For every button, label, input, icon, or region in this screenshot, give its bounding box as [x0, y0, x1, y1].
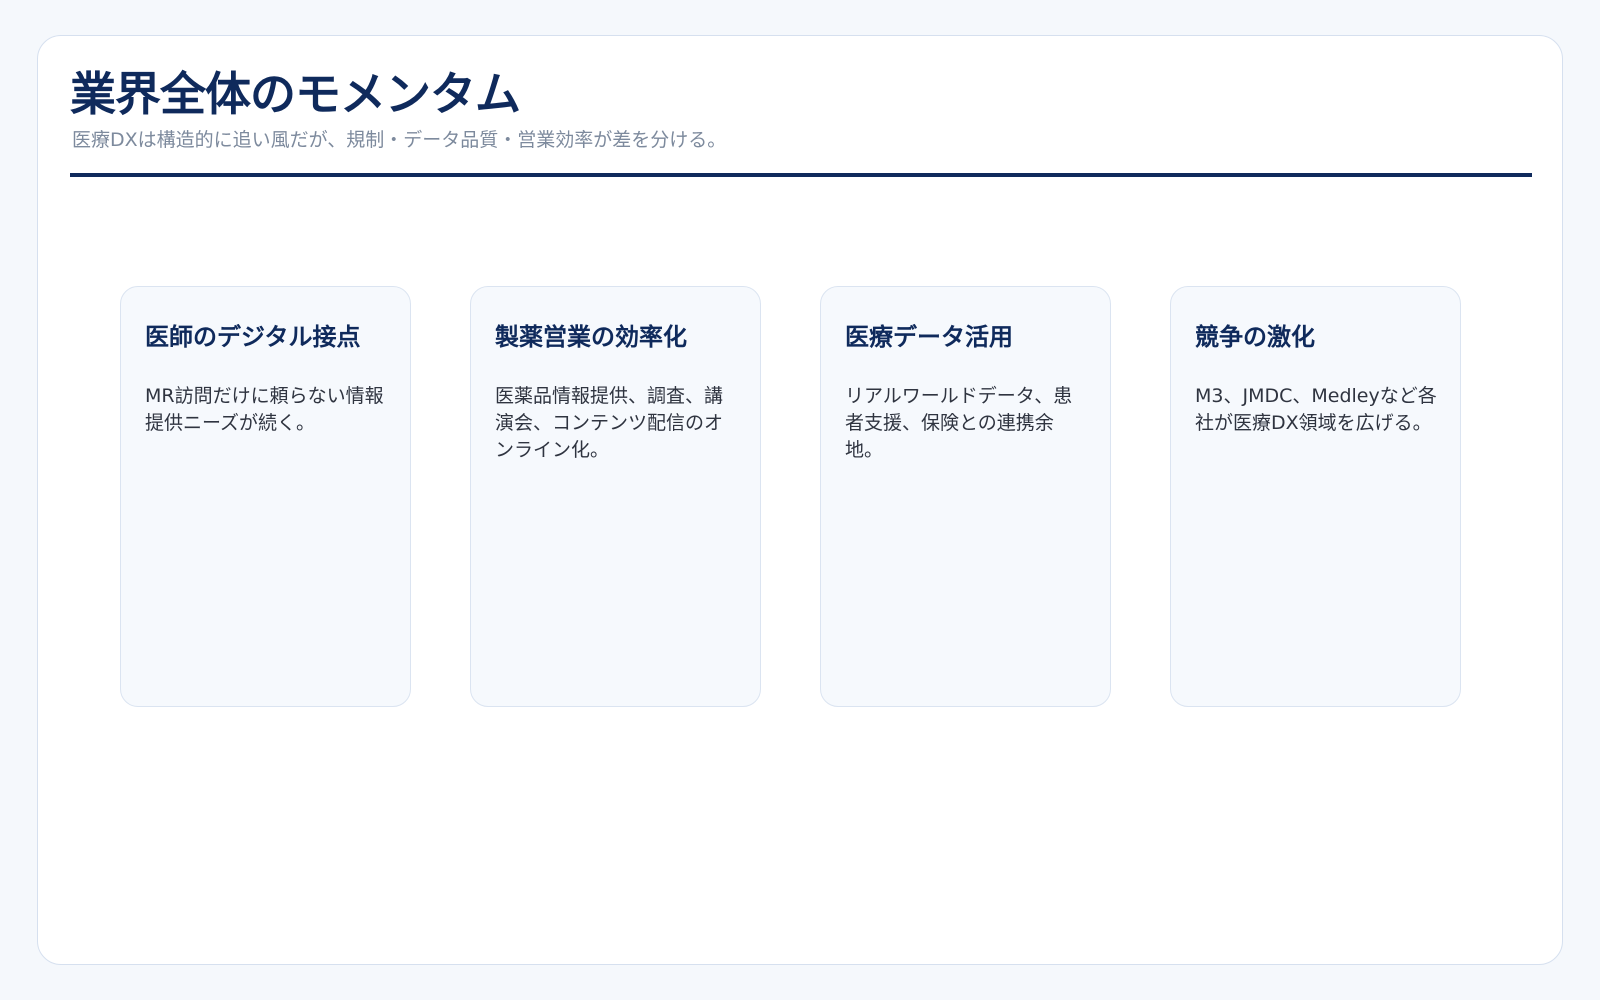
card-intensifying-competition: 競争の激化 M3、JMDC、Medleyなど各社が医療DX領域を広げる。	[1170, 286, 1461, 707]
card-title: 医療データ活用	[845, 323, 1013, 351]
card-grid: 医師のデジタル接点 MR訪問だけに頼らない情報提供ニーズが続く。 製薬営業の効率…	[120, 286, 1461, 707]
card-title: 医師のデジタル接点	[145, 323, 361, 351]
card-body: リアルワールドデータ、患者支援、保険との連携余地。	[845, 385, 1073, 461]
card-body: 医薬品情報提供、調査、講演会、コンテンツ配信のオンライン化。	[495, 385, 724, 461]
card-title: 製薬営業の効率化	[495, 323, 687, 351]
card-pharma-sales-efficiency: 製薬営業の効率化 医薬品情報提供、調査、講演会、コンテンツ配信のオンライン化。	[470, 286, 761, 707]
title-divider	[70, 173, 1532, 177]
slide-panel: 業界全体のモメンタム 医療DXは構造的に追い風だが、規制・データ品質・営業効率が…	[37, 35, 1563, 965]
page-subtitle: 医療DXは構造的に追い風だが、規制・データ品質・営業効率が差を分ける。	[72, 129, 727, 151]
card-doctor-digital-touchpoints: 医師のデジタル接点 MR訪問だけに頼らない情報提供ニーズが続く。	[120, 286, 411, 707]
card-medical-data-use: 医療データ活用 リアルワールドデータ、患者支援、保険との連携余地。	[820, 286, 1111, 707]
card-body: M3、JMDC、Medleyなど各社が医療DX領域を広げる。	[1195, 385, 1437, 434]
card-title: 競争の激化	[1195, 323, 1315, 351]
page-title: 業界全体のモメンタム	[70, 67, 521, 121]
card-body: MR訪問だけに頼らない情報提供ニーズが続く。	[145, 385, 384, 434]
